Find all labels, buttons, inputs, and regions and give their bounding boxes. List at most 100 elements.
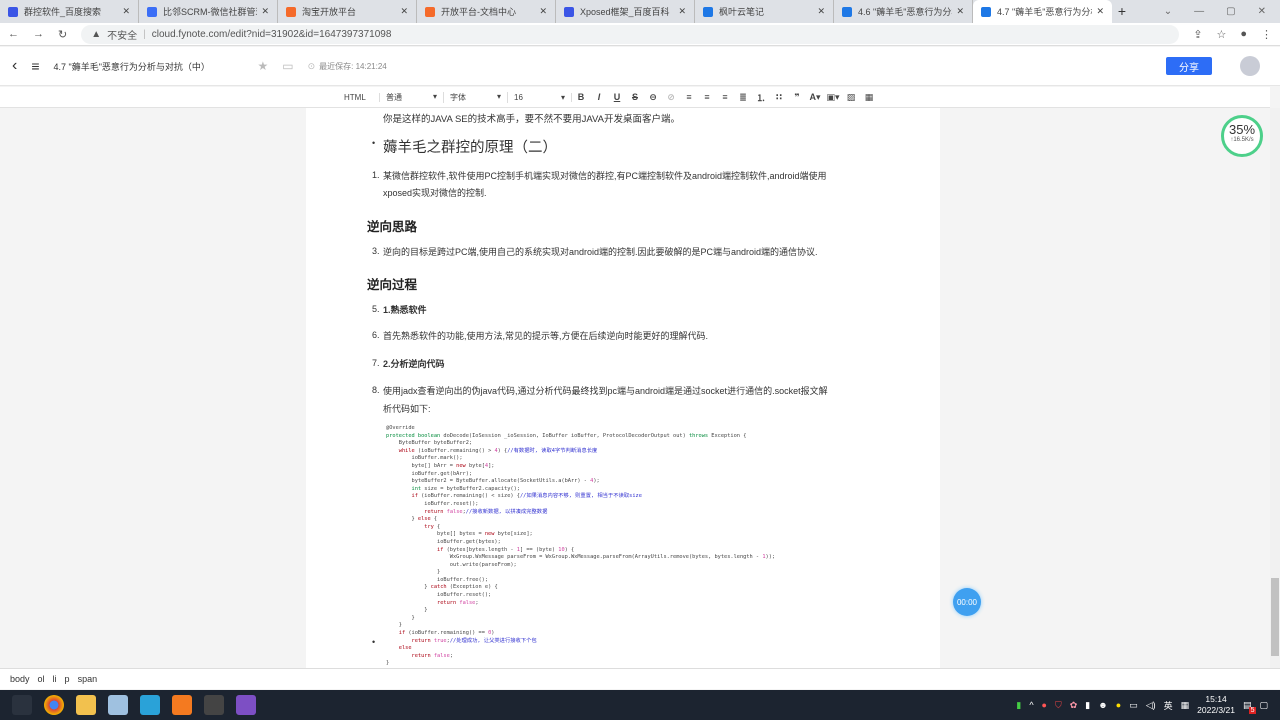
paragraph-style-select[interactable]: 普通 ▾ bbox=[380, 91, 444, 103]
minimize-button[interactable]: — bbox=[1194, 6, 1204, 17]
browser-tab[interactable]: 4.6 "薅羊毛"恶意行为分析 ✕ bbox=[834, 0, 973, 23]
close-tab-icon[interactable]: ✕ bbox=[122, 6, 130, 17]
browser-tab[interactable]: 淘宝开放平台 ✕ bbox=[278, 0, 417, 23]
list-item: 1.熟悉软件 bbox=[383, 305, 427, 315]
network-icon[interactable]: ▭ bbox=[1129, 700, 1138, 711]
share-page-icon[interactable]: ⇪ bbox=[1193, 28, 1202, 41]
browser-tab[interactable]: Xposed框架_百度百科 ✕ bbox=[556, 0, 695, 23]
scrollbar[interactable] bbox=[1270, 108, 1280, 668]
battery-icon[interactable]: ▮ bbox=[1016, 700, 1021, 711]
browser-tab[interactable]: 枫叶云笔记 ✕ bbox=[695, 0, 834, 23]
file-explorer-icon[interactable] bbox=[76, 695, 96, 715]
tray-app-icon[interactable]: ● bbox=[1042, 700, 1047, 710]
align-left-icon[interactable]: ≡ bbox=[680, 92, 698, 102]
close-tab-icon[interactable]: ✕ bbox=[400, 6, 408, 17]
avatar[interactable] bbox=[1240, 56, 1260, 76]
browser-tab[interactable]: 比邻SCRM-微信社群管理 ✕ bbox=[139, 0, 278, 23]
list-number: 1. bbox=[372, 170, 380, 180]
path-li[interactable]: li bbox=[53, 674, 57, 684]
app-icon[interactable] bbox=[204, 695, 224, 715]
tray-expand-icon[interactable]: ^ bbox=[1029, 700, 1033, 710]
back-icon[interactable]: ← bbox=[8, 28, 19, 40]
element-path-bar: body ol li p span bbox=[0, 668, 1280, 689]
bookmark-star-icon[interactable]: ☆ bbox=[1216, 28, 1226, 41]
heading-idea: 逆向思路 bbox=[367, 220, 418, 234]
app-icon[interactable] bbox=[172, 695, 192, 715]
bold-button[interactable]: B bbox=[572, 92, 590, 102]
tray-app-icon[interactable]: ⛉ bbox=[1055, 700, 1062, 711]
close-tab-icon[interactable]: ✕ bbox=[1096, 6, 1104, 17]
ime-indicator[interactable]: 英 bbox=[1164, 699, 1173, 712]
app-icon[interactable] bbox=[108, 695, 128, 715]
strikethrough-button[interactable]: S bbox=[626, 92, 644, 102]
reload-icon[interactable]: ↻ bbox=[58, 28, 67, 41]
close-tab-icon[interactable]: ✕ bbox=[956, 6, 964, 17]
browser-tab[interactable]: 4.7 "薅羊毛"恶意行为分析 ✕ bbox=[973, 0, 1112, 23]
font-color-icon[interactable]: A▾ bbox=[806, 92, 824, 103]
tab-label: 比邻SCRM-微信社群管理 bbox=[163, 7, 258, 17]
profile-icon[interactable]: ● bbox=[1240, 28, 1247, 40]
menu-icon[interactable]: ≡ bbox=[31, 58, 39, 74]
scrollbar-thumb[interactable] bbox=[1271, 578, 1279, 656]
table-icon[interactable]: ▦ bbox=[860, 92, 878, 103]
url-text: cloud.fynote.com/edit?nid=31902&id=16473… bbox=[151, 28, 392, 40]
menu-dots-icon[interactable]: ⋮ bbox=[1261, 28, 1272, 41]
unlink-icon[interactable]: ⊘ bbox=[662, 92, 680, 103]
close-window-button[interactable]: ✕ bbox=[1258, 6, 1266, 17]
windows-start-icon[interactable] bbox=[12, 695, 32, 715]
italic-button[interactable]: I bbox=[590, 92, 608, 102]
microphone-icon[interactable]: ▮ bbox=[1085, 700, 1090, 711]
close-tab-icon[interactable]: ✕ bbox=[261, 6, 269, 17]
path-span[interactable]: span bbox=[78, 674, 98, 684]
close-tab-icon[interactable]: ✕ bbox=[539, 6, 547, 17]
clock[interactable]: 15:14 2022/3/21 bbox=[1197, 694, 1235, 716]
tray-app-icon[interactable]: ✿ bbox=[1070, 700, 1078, 711]
share-button[interactable]: 分享 bbox=[1166, 57, 1212, 75]
folder-icon[interactable]: ▭ bbox=[282, 59, 293, 73]
list-number: 8. bbox=[372, 385, 380, 395]
browser-tab[interactable]: 开放平台-文档中心 ✕ bbox=[417, 0, 556, 23]
new-tab-button[interactable]: + bbox=[1112, 0, 1132, 23]
notification-icon[interactable]: ▤ 5 bbox=[1243, 700, 1257, 714]
app-icon[interactable] bbox=[140, 695, 160, 715]
background-color-icon[interactable]: ▣▾ bbox=[824, 92, 842, 103]
close-tab-icon[interactable]: ✕ bbox=[678, 6, 686, 17]
image-icon[interactable]: ▨ bbox=[842, 92, 860, 103]
code-image: @Override protected boolean doDecode(IoS… bbox=[386, 425, 776, 667]
document-page[interactable]: 你是这样的JAVA SE的技术高手，要不然不要用JAVA开发桌面客户端。 • 薅… bbox=[306, 108, 940, 668]
html-mode-button[interactable]: HTML bbox=[338, 92, 380, 102]
link-icon[interactable]: ⊖ bbox=[644, 92, 662, 103]
keyboard-icon[interactable]: ▦ bbox=[1181, 700, 1190, 711]
windows-taskbar: ▮ ^ ● ⛉ ✿ ▮ ☻ ● ▭ ◁) 英 ▦ 15:14 2022/3/21 … bbox=[0, 690, 1280, 720]
quote-icon[interactable]: ❞ bbox=[788, 92, 806, 103]
visual-studio-icon[interactable] bbox=[236, 695, 256, 715]
forward-icon[interactable]: → bbox=[33, 28, 44, 40]
chrome-icon[interactable] bbox=[44, 695, 64, 715]
tab-search-icon[interactable]: ⌄ bbox=[1164, 6, 1172, 17]
close-tab-icon[interactable]: ✕ bbox=[817, 6, 825, 17]
action-center-icon[interactable]: ▢ bbox=[1259, 700, 1268, 711]
back-chevron-icon[interactable]: ‹ bbox=[12, 57, 17, 75]
underline-button[interactable]: U bbox=[608, 92, 626, 102]
network-speed-widget[interactable]: 35% ↑16.5K/s bbox=[1221, 115, 1263, 157]
align-right-icon[interactable]: ≡ bbox=[716, 92, 734, 102]
path-body[interactable]: body bbox=[10, 674, 30, 684]
maximize-button[interactable]: ▢ bbox=[1226, 6, 1235, 17]
qq-icon[interactable]: ☻ bbox=[1098, 700, 1107, 710]
pin-icon[interactable]: ★ bbox=[258, 59, 269, 73]
align-center-icon[interactable]: ≡ bbox=[698, 92, 716, 102]
ordered-list-icon[interactable]: ⒈ bbox=[752, 91, 770, 104]
tray-app-icon[interactable]: ● bbox=[1116, 700, 1121, 710]
list-number: 3. bbox=[372, 246, 380, 256]
favicon-icon bbox=[147, 6, 157, 17]
url-input[interactable]: ▲ 不安全 | cloud.fynote.com/edit?nid=31902&… bbox=[81, 24, 1180, 44]
font-family-select[interactable]: 字体 ▾ bbox=[444, 91, 508, 103]
browser-tab[interactable]: 群控软件_百度搜索 ✕ bbox=[0, 0, 139, 23]
justify-icon[interactable]: ≣ bbox=[734, 92, 752, 103]
unordered-list-icon[interactable]: ∷ bbox=[770, 92, 788, 103]
path-p[interactable]: p bbox=[65, 674, 70, 684]
font-size-select[interactable]: 16 ▾ bbox=[508, 92, 572, 102]
path-ol[interactable]: ol bbox=[38, 674, 45, 684]
recording-timer[interactable]: 00:00 bbox=[953, 588, 981, 616]
volume-icon[interactable]: ◁) bbox=[1146, 700, 1156, 711]
